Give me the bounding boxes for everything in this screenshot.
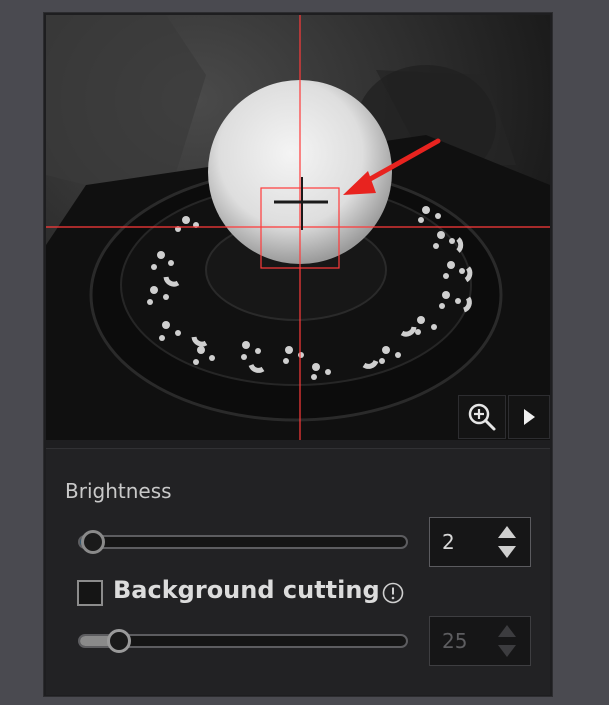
background-cutting-value: 25 <box>442 629 468 653</box>
settings-panel: Brightness 2 Background cutting 25 <box>46 448 550 695</box>
background-cutting-label: Background cutting <box>113 576 380 604</box>
zoom-in-icon <box>468 403 496 431</box>
brightness-slider-thumb[interactable] <box>81 530 106 554</box>
zoom-button[interactable] <box>458 395 506 439</box>
brightness-label: Brightness <box>65 479 172 503</box>
background-cutting-checkbox[interactable] <box>77 580 103 606</box>
next-button[interactable] <box>508 395 550 439</box>
background-cutting-slider-thumb[interactable] <box>107 629 132 653</box>
spin-arrows-disabled-icon <box>498 625 516 657</box>
brightness-spinbox[interactable]: 2 <box>429 517 531 567</box>
info-circle-icon[interactable] <box>382 582 404 604</box>
background-cutting-slider[interactable] <box>78 629 408 653</box>
play-triangle-icon <box>524 409 535 425</box>
camera-preview[interactable] <box>46 15 550 440</box>
spin-arrows-icon[interactable] <box>496 524 518 560</box>
brightness-slider[interactable] <box>78 530 408 554</box>
background-cutting-spinbox[interactable]: 25 <box>429 616 531 666</box>
camera-image <box>46 15 550 440</box>
brightness-value: 2 <box>442 530 455 554</box>
